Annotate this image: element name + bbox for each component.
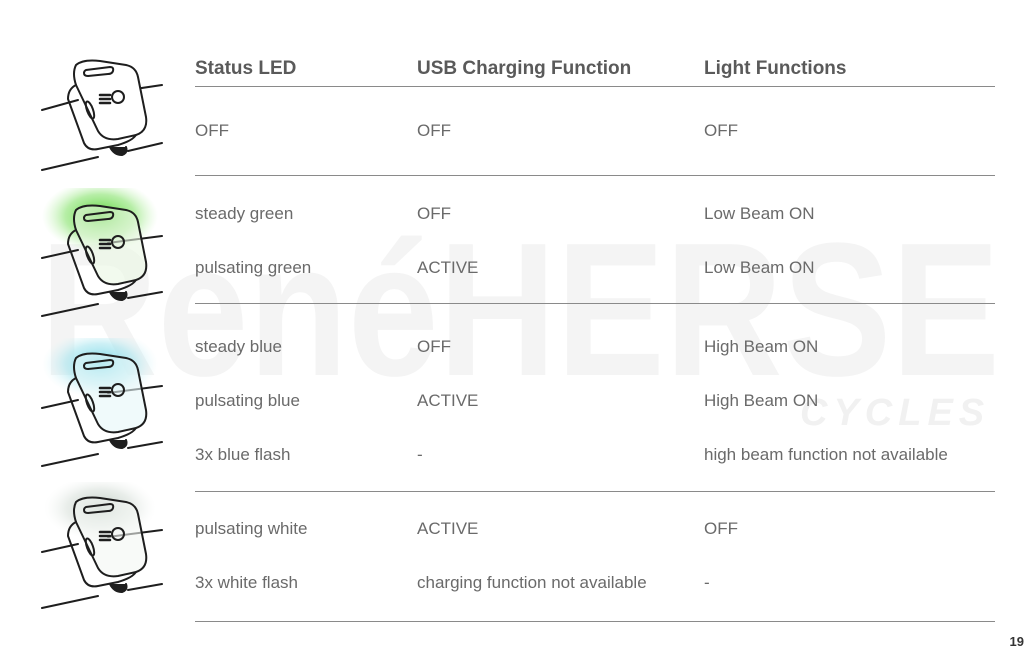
light-cell: OFF [704,121,738,140]
group-divider [195,491,995,492]
header-divider [195,86,995,87]
usb-cell: charging function not available [417,573,647,592]
page-number: 19 [1009,634,1024,649]
light-cell: high beam function not available [704,445,948,464]
usb-cell: OFF [417,121,451,140]
device-led-off-icon [41,59,163,171]
usb-cell: OFF [417,204,451,223]
status-cell: pulsating white [195,519,308,538]
light-cell: Low Beam ON [704,258,815,277]
device-led-white-icon [41,482,163,609]
usb-cell: - [417,445,423,464]
light-cell: High Beam ON [704,337,819,356]
watermark-sub-text: CYCLES [800,392,990,434]
usb-cell: ACTIVE [417,258,479,277]
brand-watermark: RenéHERSE CYCLES [40,204,1000,434]
status-cell: steady blue [195,337,282,356]
device-led-blue-icon [41,338,163,467]
status-cell: OFF [195,121,229,140]
watermark-brand-text: RenéHERSE [40,204,1000,416]
header-usb-charging: USB Charging Function [417,58,632,79]
status-cell: steady green [195,204,294,223]
light-cell: - [704,573,710,592]
group-divider [195,175,995,176]
device-led-green-icon [41,188,163,317]
status-cell: 3x blue flash [195,445,291,464]
header-light-functions: Light Functions [704,58,847,79]
light-cell: Low Beam ON [704,204,815,223]
status-cell: pulsating green [195,258,312,277]
header-status-led: Status LED [195,58,297,79]
usb-cell: ACTIVE [417,519,479,538]
status-cell: 3x white flash [195,573,298,592]
usb-cell: ACTIVE [417,391,479,410]
status-cell: pulsating blue [195,391,300,410]
usb-cell: OFF [417,337,451,356]
table-bottom-divider [195,621,995,622]
group-divider [195,303,995,304]
light-cell: OFF [704,519,738,538]
light-cell: High Beam ON [704,391,819,410]
